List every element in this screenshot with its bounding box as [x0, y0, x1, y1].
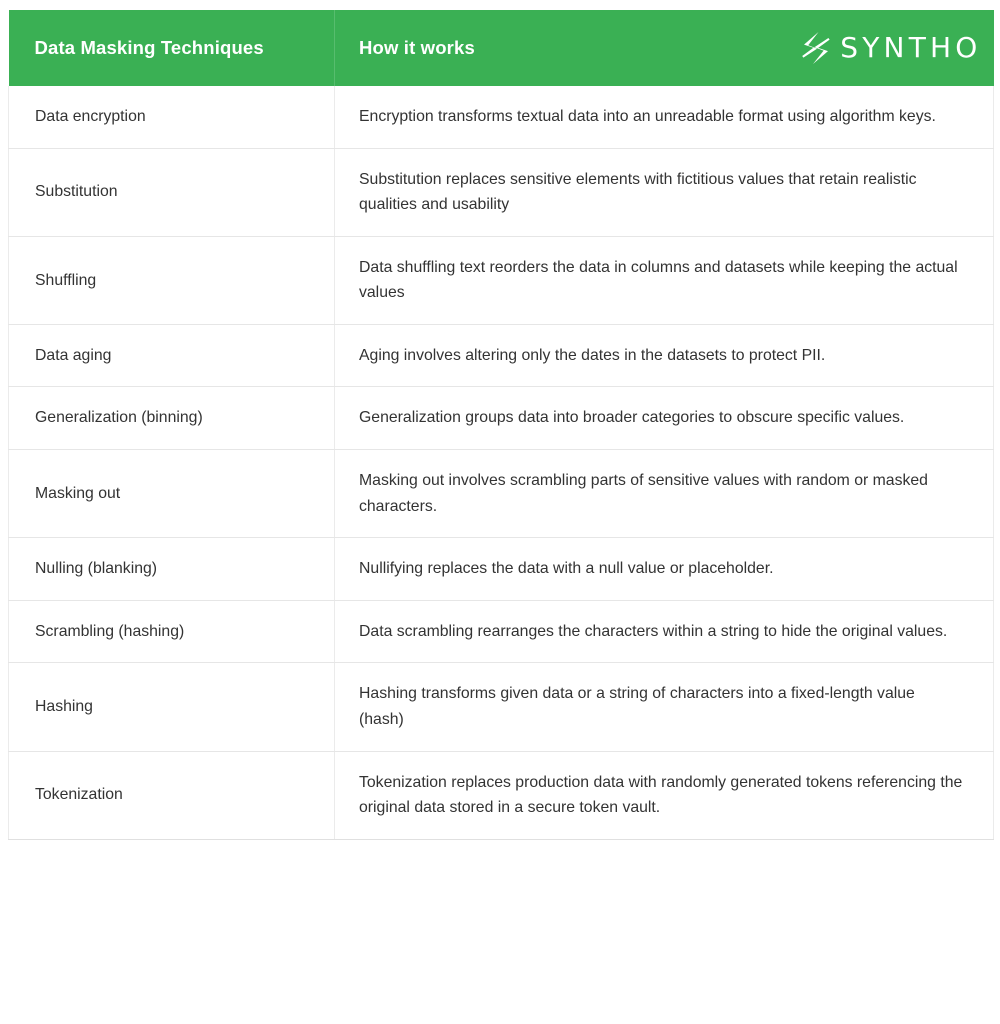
cell-how-it-works: Encryption transforms textual data into … — [334, 86, 994, 149]
table-header-row: Data Masking Techniques How it works SYN… — [8, 10, 994, 86]
syntho-logo: SYNTHO — [801, 32, 993, 64]
cell-technique: Substitution — [8, 148, 335, 237]
cell-how-it-works: Data scrambling rearranges the character… — [334, 600, 994, 664]
table-row: Generalization (binning) Generalization … — [8, 386, 994, 451]
cell-technique: Tokenization — [8, 751, 335, 840]
syntho-bolt-icon — [802, 32, 830, 64]
header-how-inner: How it works SYNTHO — [359, 32, 994, 64]
cell-technique: Data aging — [8, 324, 335, 388]
cell-how-it-works: Generalization groups data into broader … — [334, 386, 994, 451]
column-header-how-label: How it works — [359, 37, 475, 58]
table-row: Scrambling (hashing) Data scrambling rea… — [8, 600, 994, 664]
cell-technique: Scrambling (hashing) — [8, 600, 335, 664]
cell-technique: Hashing — [8, 662, 335, 752]
cell-technique: Nulling (blanking) — [8, 537, 335, 601]
table-row: Hashing Hashing transforms given data or… — [8, 662, 994, 752]
cell-how-it-works: Nullifying replaces the data with a null… — [334, 537, 994, 601]
table-header: Data Masking Techniques How it works SYN… — [8, 10, 994, 86]
cell-how-it-works: Aging involves altering only the dates i… — [334, 324, 994, 388]
cell-technique: Masking out — [8, 449, 335, 539]
column-header-technique: Data Masking Techniques — [8, 10, 335, 86]
data-masking-techniques-table: Data Masking Techniques How it works SYN… — [8, 10, 994, 840]
data-masking-techniques-table-container: Data Masking Techniques How it works SYN… — [8, 10, 994, 840]
table-row: Data encryption Encryption transforms te… — [8, 86, 994, 149]
cell-how-it-works: Hashing transforms given data or a strin… — [334, 662, 994, 752]
table-row: Tokenization Tokenization replaces produ… — [8, 751, 994, 840]
syntho-wordmark: SYNTHO — [840, 31, 982, 64]
cell-technique: Generalization (binning) — [8, 386, 335, 451]
cell-how-it-works: Masking out involves scrambling parts of… — [334, 449, 994, 539]
table-row: Substitution Substitution replaces sensi… — [8, 148, 994, 237]
cell-how-it-works: Tokenization replaces production data wi… — [334, 751, 994, 840]
table-row: Masking out Masking out involves scrambl… — [8, 449, 994, 539]
column-header-how-it-works: How it works SYNTHO — [334, 10, 994, 86]
cell-how-it-works: Data shuffling text reorders the data in… — [334, 236, 994, 325]
table-row: Nulling (blanking) Nullifying replaces t… — [8, 537, 994, 601]
table-body: Data encryption Encryption transforms te… — [8, 86, 994, 840]
cell-how-it-works: Substitution replaces sensitive elements… — [334, 148, 994, 237]
cell-technique: Data encryption — [8, 86, 335, 149]
table-row: Shuffling Data shuffling text reorders t… — [8, 236, 994, 325]
table-row: Data aging Aging involves altering only … — [8, 324, 994, 388]
cell-technique: Shuffling — [8, 236, 335, 325]
